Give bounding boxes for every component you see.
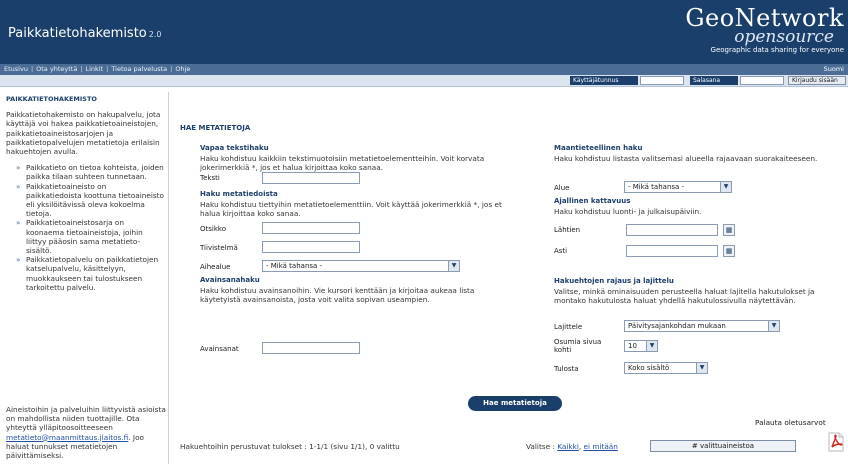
search-form: HAE METATIETOJA Vapaa tekstihaku Haku ko…	[172, 87, 848, 470]
area-select[interactable]: - Mikä tahansa -	[624, 181, 732, 193]
nav-link-links[interactable]: Linkit	[86, 65, 104, 73]
nav-link-about[interactable]: Tietoa palvelusta	[111, 65, 167, 73]
nav-links: Etusivu | Ota yhteyttä | Linkit | Tietoa palve…	[4, 65, 191, 73]
spatial-desc: Haku kohdistuu listasta valitsemasi alue…	[554, 154, 818, 163]
search-button[interactable]: Hae metatietoja	[468, 396, 562, 411]
keyword-title: Avainsanahaku	[200, 276, 260, 284]
from-label: Lähtien	[554, 226, 581, 234]
sort-select[interactable]: Päivitysajankohdan mukaan	[624, 320, 780, 332]
language-link[interactable]: Suomi	[824, 65, 844, 73]
sidebar: PAIKKATIETOHAKEMISTO Paikkatietohakemist…	[0, 87, 168, 470]
free-text-desc: Haku kohdistuu kaikkiin tekstimuotoisiin…	[200, 154, 485, 172]
category-label: Aihealue	[200, 263, 231, 271]
app-version: 2.0	[148, 30, 162, 39]
title-input[interactable]	[262, 222, 360, 234]
elements-desc: Haku kohdistuu tiettyihin metatietoeleme…	[200, 200, 502, 218]
logo-sub: opensource	[734, 27, 834, 47]
sidebar-list-item: Paikkatietoaineistosarja on koonaema tie…	[16, 218, 164, 255]
sidebar-list-item: Paikkatieto on tietoa kohteista, joiden …	[16, 163, 164, 181]
nav-link-help[interactable]: Ohje	[175, 65, 190, 73]
password-label: Salasana	[690, 76, 738, 85]
selected-items-button[interactable]: # valittuaineistoa	[650, 440, 796, 452]
results-summary: Hakuehtoihin perustuvat tulokset : 1-1/1…	[180, 442, 400, 451]
select-none-link[interactable]: ei mitään	[584, 442, 618, 451]
select-all-link[interactable]: Kaikki	[557, 442, 579, 451]
free-text-title: Vapaa tekstihaku	[200, 144, 269, 152]
temporal-title: Ajallinen kattavuus	[554, 197, 631, 205]
password-input[interactable]	[740, 76, 784, 85]
sidebar-footer-text: Aineistoihin ja palveluihin liittyvistä …	[6, 405, 166, 433]
from-date-input[interactable]	[626, 224, 718, 236]
app-header: Paikkatietohakemisto 2.0 GeoNetwork opens…	[0, 0, 848, 64]
category-select[interactable]: - Mikä tahansa -	[262, 260, 460, 272]
pdf-icon[interactable]	[828, 432, 844, 452]
to-label: Asti	[554, 247, 568, 255]
options-desc: Valitse, minkä ominaisuuden perusteella …	[554, 287, 815, 305]
calendar-icon[interactable]: ▦	[723, 245, 735, 257]
sidebar-list-item: Paikkatietopalvelu on paikkatietojen kat…	[16, 255, 164, 292]
nav-link-contact[interactable]: Ota yhteyttä	[36, 65, 77, 73]
app-title-text: Paikkatietohakemisto	[8, 26, 147, 41]
top-navigation: Etusivu | Ota yhteyttä | Linkit | Tietoa palve…	[0, 64, 848, 75]
area-label: Alue	[554, 184, 570, 192]
contact-email-link[interactable]: metatieto@maanmittaus.jlaitos.fi	[6, 433, 128, 442]
keyword-label: Avainsanat	[200, 345, 239, 353]
title-label: Otsikko	[200, 225, 226, 233]
sidebar-footer: Aineistoihin ja palveluihin liittyvistä …	[6, 405, 166, 460]
geonetwork-logo[interactable]: GeoNetwork opensource Geographic data sh…	[685, 6, 844, 54]
hits-select[interactable]: 10	[624, 340, 658, 352]
sidebar-divider	[168, 92, 169, 464]
choose-label: Valitse :	[526, 442, 555, 451]
app-title[interactable]: Paikkatietohakemisto 2.0	[8, 26, 162, 41]
sort-label: Lajittele	[554, 323, 583, 331]
spatial-title: Maantieteellinen haku	[554, 144, 643, 152]
sidebar-title: PAIKKATIETOHAKEMISTO	[6, 95, 97, 103]
login-button[interactable]: Kirjaudu sisään	[788, 76, 846, 85]
abstract-label: Tiivistelmä	[200, 244, 238, 252]
abstract-input[interactable]	[262, 241, 360, 253]
options-title: Hakuehtojen rajaus ja lajittelu	[554, 277, 674, 285]
hits-label: Osumia sivua kohti	[554, 338, 602, 354]
username-label: Käyttäjätunnus	[570, 76, 638, 85]
logo-tagline: Geographic data sharing for everyone	[710, 46, 844, 54]
username-input[interactable]	[640, 76, 684, 85]
sidebar-list: Paikkatieto on tietoa kohteista, joiden …	[16, 163, 164, 292]
output-label: Tulosta	[554, 365, 579, 373]
login-bar: Käyttäjätunnus Salasana Kirjaudu sisään	[0, 75, 848, 87]
keyword-input[interactable]	[262, 342, 360, 354]
free-text-input[interactable]	[262, 172, 360, 184]
nav-link-home[interactable]: Etusivu	[4, 65, 28, 73]
free-text-label: Teksti	[200, 174, 220, 182]
elements-title: Haku metatiedoista	[200, 190, 278, 198]
sidebar-list-item: Paikkatietoaineisto on paikkatiedoista k…	[16, 182, 164, 219]
calendar-icon[interactable]: ▦	[723, 224, 735, 236]
to-date-input[interactable]	[626, 245, 718, 257]
reset-defaults-link[interactable]: Palauta oletusarvot	[755, 418, 826, 427]
output-select[interactable]: Koko sisältö	[624, 362, 708, 374]
sidebar-intro: Paikkatietohakemisto on hakupalvelu, jot…	[6, 110, 161, 157]
select-controls: Valitse : Kaikki, ei mitään	[526, 442, 618, 451]
temporal-desc: Haku kohdistuu luonti- ja julkaisupäivii…	[554, 207, 702, 216]
page-title: HAE METATIETOJA	[180, 124, 251, 132]
keyword-desc: Haku kohdistuu avainsanoihin. Vie kursor…	[200, 286, 475, 304]
